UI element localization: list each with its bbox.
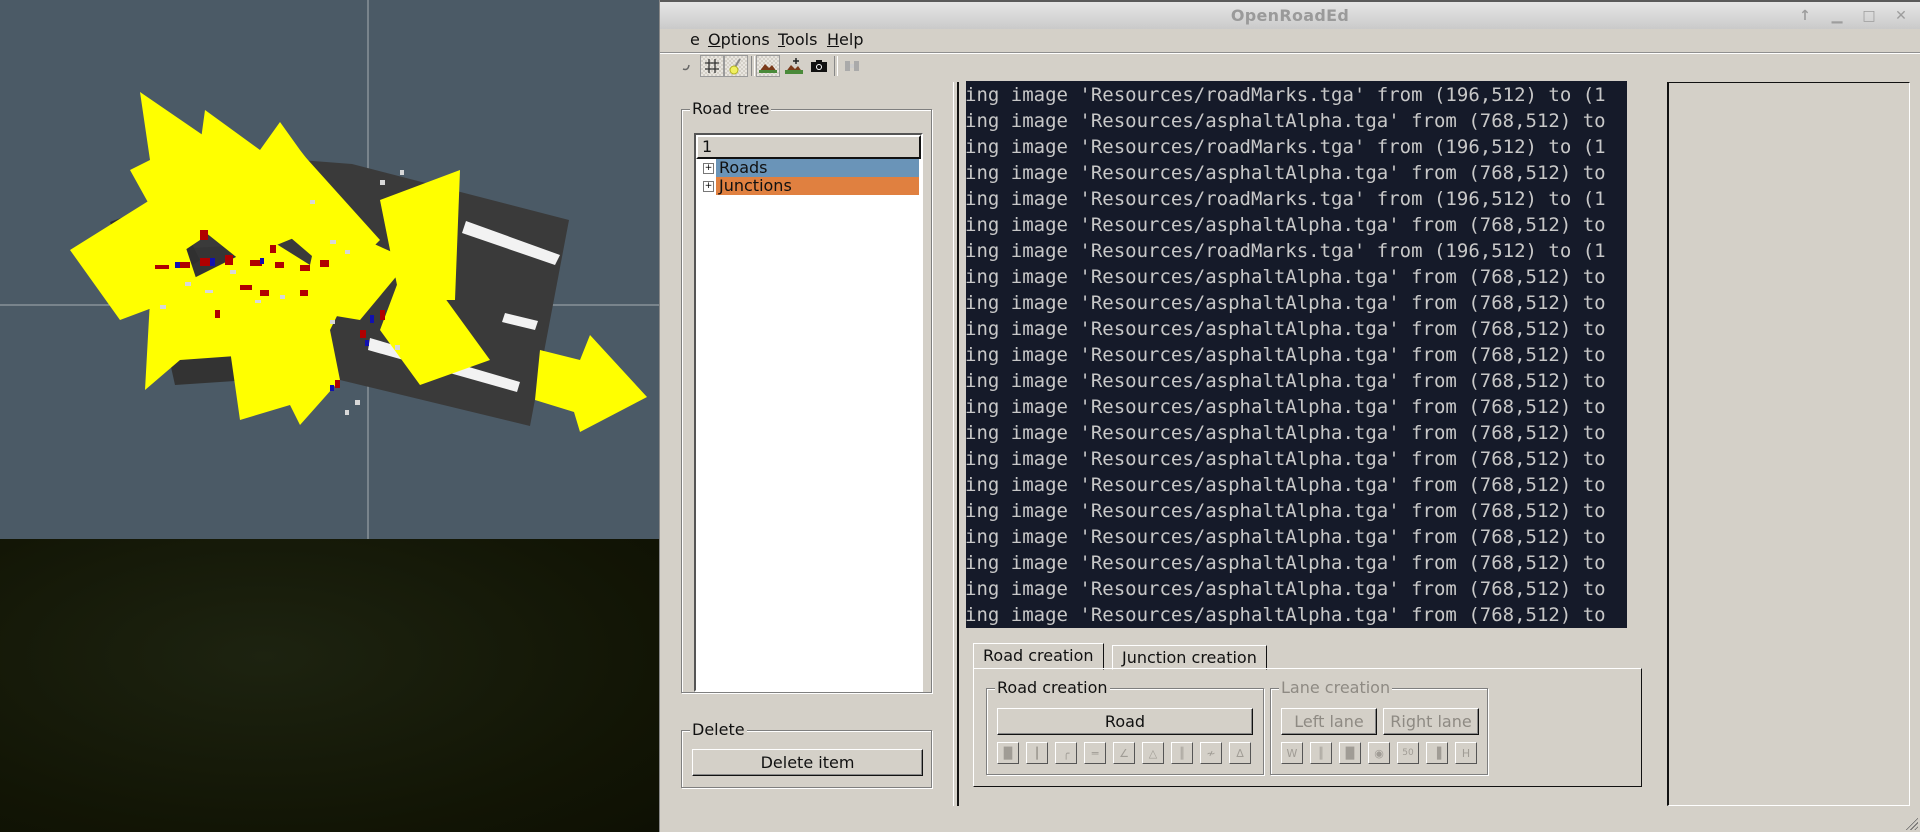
- console-line: ing image 'Resources/asphaltAlpha.tga' f…: [966, 266, 1606, 288]
- console-line: ing image 'Resources/asphaltAlpha.tga' f…: [966, 318, 1606, 340]
- left-splitter[interactable]: [953, 82, 959, 806]
- road-tree-header[interactable]: 1: [696, 135, 921, 159]
- toolbar: [660, 52, 1920, 79]
- expand-icon[interactable]: +: [703, 163, 714, 174]
- console-line: ing image 'Resources/roadMarks.tga' from…: [966, 136, 1606, 158]
- road-creation-tab-panel: Road creation Road ▐▌ ┃ ╭ ═ ∠ △ ║ ≁ ∆ La…: [973, 668, 1642, 787]
- console-line: ing image 'Resources/asphaltAlpha.tga' f…: [966, 370, 1606, 392]
- desktop-background: [0, 539, 660, 832]
- record-icon[interactable]: [840, 55, 864, 77]
- straight-icon[interactable]: ═: [1084, 742, 1106, 764]
- toolbar-separator: [834, 56, 838, 76]
- maximize-icon[interactable]: □: [1860, 7, 1878, 25]
- partially-hidden-tool-icon[interactable]: [682, 55, 692, 77]
- pin-icon[interactable]: [724, 55, 748, 77]
- tab-junction-creation[interactable]: Junction creation: [1112, 645, 1267, 670]
- tab-road-creation[interactable]: Road creation: [973, 643, 1104, 670]
- expand-icon[interactable]: +: [703, 181, 714, 192]
- console-line: ing image 'Resources/asphaltAlpha.tga' f…: [966, 422, 1606, 444]
- speed-icon[interactable]: 50: [1397, 742, 1419, 764]
- menu-tools[interactable]: Tools: [778, 30, 817, 49]
- lane-creation-group-title: Lane creation: [1279, 678, 1393, 697]
- tree-item-label: Junctions: [716, 177, 919, 195]
- grid-icon[interactable]: [700, 55, 724, 77]
- delete-group: Delete Delete item: [681, 720, 932, 788]
- console-line: ing image 'Resources/asphaltAlpha.tga' f…: [966, 627, 1627, 628]
- slope-icon[interactable]: ∠: [1113, 742, 1135, 764]
- console-line: ing image 'Resources/roadMarks.tga' from…: [966, 240, 1606, 262]
- toolbar-separator: [751, 56, 755, 76]
- menu-help[interactable]: Help: [827, 30, 863, 49]
- superelevation-icon[interactable]: ∆: [1229, 742, 1251, 764]
- console-line: ing image 'Resources/asphaltAlpha.tga' f…: [966, 344, 1606, 366]
- console-line: ing image 'Resources/asphaltAlpha.tga' f…: [966, 214, 1606, 236]
- menu-bar: e Options Tools Help: [660, 29, 1920, 51]
- console-line: ing image 'Resources/asphaltAlpha.tga' f…: [966, 110, 1606, 132]
- menu-file[interactable]: e: [690, 30, 700, 49]
- spiral-icon[interactable]: ≁: [1200, 742, 1222, 764]
- access-icon[interactable]: ▐: [1426, 742, 1448, 764]
- console-line: ing image 'Resources/asphaltAlpha.tga' f…: [966, 526, 1606, 548]
- road-button[interactable]: Road: [997, 708, 1253, 735]
- left-lane-button[interactable]: Left lane: [1281, 708, 1377, 735]
- console-line: ing image 'Resources/roadMarks.tga' from…: [966, 84, 1606, 106]
- terrain-icon[interactable]: [756, 55, 780, 77]
- console-line: ing image 'Resources/asphaltAlpha.tga' f…: [966, 162, 1606, 184]
- road-creation-group-title: Road creation: [995, 678, 1110, 697]
- right-lane-button[interactable]: Right lane: [1383, 708, 1479, 735]
- scene-render: [0, 0, 687, 539]
- add-terrain-icon[interactable]: [782, 55, 806, 77]
- console-line: ing image 'Resources/asphaltAlpha.tga' f…: [966, 552, 1606, 574]
- console-output[interactable]: ing image 'Resources/roadMarks.tga' from…: [966, 81, 1627, 628]
- delete-group-title: Delete: [690, 720, 747, 739]
- console-line: ing image 'Resources/asphaltAlpha.tga' f…: [966, 500, 1606, 522]
- visibility-icon[interactable]: ◉: [1368, 742, 1390, 764]
- elevation-icon[interactable]: △: [1142, 742, 1164, 764]
- width-icon[interactable]: W: [1281, 742, 1303, 764]
- console-line: ing image 'Resources/asphaltAlpha.tga' f…: [966, 396, 1606, 418]
- lane-creation-group: Lane creation Left lane Right lane W ║ █…: [1270, 678, 1488, 775]
- console-line: ing image 'Resources/asphaltAlpha.tga' f…: [966, 474, 1606, 496]
- road-creation-group: Road creation Road ▐▌ ┃ ╭ ═ ∠ △ ║ ≁ ∆: [986, 678, 1264, 775]
- 3d-viewport[interactable]: [0, 0, 687, 539]
- arc-icon[interactable]: ╭: [1055, 742, 1077, 764]
- camera-icon[interactable]: [807, 55, 831, 77]
- resize-grip[interactable]: [1904, 816, 1918, 830]
- window-title: OpenRoadEd: [1230, 6, 1350, 25]
- line-icon[interactable]: ▐▌: [997, 742, 1019, 764]
- keep-above-icon[interactable]: ↑: [1796, 7, 1814, 25]
- minimize-icon[interactable]: ▁: [1828, 7, 1846, 25]
- title-bar[interactable]: OpenRoadEd ↑ ▁ □ ✕: [660, 0, 1920, 29]
- lane-mark-icon[interactable]: ║: [1310, 742, 1332, 764]
- console-line: ing image 'Resources/asphaltAlpha.tga' f…: [966, 448, 1606, 470]
- line-icon[interactable]: ┃: [1026, 742, 1048, 764]
- delete-item-button[interactable]: Delete item: [692, 749, 923, 776]
- close-icon[interactable]: ✕: [1892, 7, 1910, 25]
- console-line: ing image 'Resources/roadMarks.tga' from…: [966, 188, 1606, 210]
- menu-options[interactable]: Options: [708, 30, 770, 49]
- road-tree-title: Road tree: [690, 99, 772, 118]
- tree-item-label: Roads: [716, 159, 919, 177]
- lane-material-icon[interactable]: █: [1339, 742, 1361, 764]
- console-line: ing image 'Resources/asphaltAlpha.tga' f…: [966, 578, 1606, 600]
- console-line: ing image 'Resources/asphaltAlpha.tga' f…: [966, 604, 1606, 626]
- height-icon[interactable]: H: [1455, 742, 1477, 764]
- console-line: ing image 'Resources/asphaltAlpha.tga' f…: [966, 292, 1606, 314]
- road-tree-group: Road tree 1 + Roads + Junctions: [681, 99, 932, 693]
- properties-panel: [1667, 82, 1910, 806]
- road-tree[interactable]: 1 + Roads + Junctions: [694, 133, 923, 692]
- lanes-icon[interactable]: ║: [1171, 742, 1193, 764]
